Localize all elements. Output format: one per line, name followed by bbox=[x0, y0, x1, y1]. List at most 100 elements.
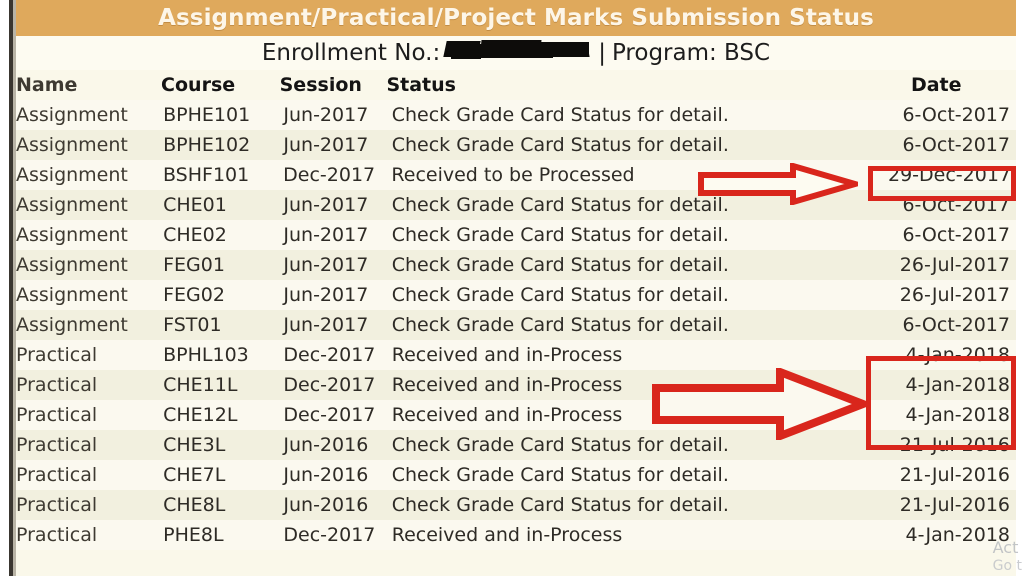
activation-watermark: Act Go t bbox=[993, 538, 1022, 576]
watermark-line-1: Act bbox=[992, 538, 1019, 557]
column-header-course: Course bbox=[161, 74, 236, 96]
table-row: Practical CHE12L Dec-2017 Received and in-P… bbox=[16, 400, 1016, 430]
column-header-name: Name bbox=[16, 74, 78, 96]
cell-course: BPHE102 bbox=[163, 134, 251, 156]
enrollment-bar: Enrollment No.: | Program: BSC bbox=[16, 36, 1016, 70]
cell-session: Jun-2017 bbox=[283, 314, 369, 336]
cell-course: CHE12L bbox=[163, 404, 238, 426]
table-row: Practical CHE11L Dec-2017 Received and in-P… bbox=[16, 370, 1016, 400]
cell-name: Assignment bbox=[16, 194, 128, 216]
table-row: Practical BPHL103 Dec-2017 Received and in-… bbox=[16, 340, 1016, 370]
cell-status: Received and in-Process bbox=[391, 374, 623, 396]
page-title: Assignment/Practical/Project Marks Submi… bbox=[158, 5, 874, 31]
table-row: Assignment FST01 Jun-2017 Check Grade Card … bbox=[16, 310, 1016, 340]
cell-session: Jun-2017 bbox=[283, 104, 369, 126]
cell-date: 6-Oct-2017 bbox=[902, 314, 1010, 336]
cell-course: BPHL103 bbox=[163, 344, 249, 366]
cell-course: CHE7L bbox=[163, 464, 226, 486]
cell-date: 6-Oct-2017 bbox=[902, 104, 1010, 126]
page-title-bar: Assignment/Practical/Project Marks Submi… bbox=[16, 0, 1016, 36]
column-header-status: Status bbox=[386, 74, 456, 96]
cell-session: Jun-2016 bbox=[283, 464, 369, 486]
cell-date: 26-Jul-2017 bbox=[899, 254, 1010, 276]
cell-status: Check Grade Card Status for detail. bbox=[391, 224, 729, 246]
enrollment-separator: | bbox=[598, 40, 606, 66]
table-row: Practical PHE8L Dec-2017 Received and in-Pr… bbox=[16, 520, 1016, 550]
cell-status: Check Grade Card Status for detail. bbox=[391, 314, 729, 336]
cell-date: 4-Jan-2018 bbox=[905, 374, 1011, 396]
cell-name: Assignment bbox=[16, 134, 128, 156]
cell-course: BPHE101 bbox=[163, 104, 251, 126]
cell-name: Practical bbox=[16, 464, 98, 486]
cell-name: Assignment bbox=[16, 284, 128, 306]
page-left-border-inner bbox=[13, 0, 16, 576]
cell-course: CHE8L bbox=[163, 494, 226, 516]
cell-date: 21-Jul-2016 bbox=[899, 494, 1010, 516]
table-row: Assignment CHE01 Jun-2017 Check Grade Card … bbox=[16, 190, 1016, 220]
cell-name: Practical bbox=[16, 434, 98, 456]
cell-name: Practical bbox=[16, 344, 98, 366]
cell-name: Assignment bbox=[16, 164, 128, 186]
table-header-row: Name Course Session Status Date bbox=[16, 70, 1016, 100]
cell-name: Practical bbox=[16, 404, 98, 426]
cell-course: CHE11L bbox=[163, 374, 238, 396]
cell-session: Jun-2017 bbox=[283, 284, 369, 306]
cell-session: Dec-2017 bbox=[283, 404, 376, 426]
cell-name: Assignment bbox=[16, 254, 128, 276]
cell-date: 26-Jul-2017 bbox=[899, 284, 1010, 306]
cell-session: Jun-2017 bbox=[283, 194, 369, 216]
cell-name: Assignment bbox=[16, 224, 128, 246]
cell-status: Received to be Processed bbox=[391, 164, 635, 186]
cell-status: Received and in-Process bbox=[391, 344, 623, 366]
cell-course: CHE3L bbox=[163, 434, 226, 456]
cell-session: Dec-2017 bbox=[283, 374, 376, 396]
table-row: Assignment BSHF101 Dec-2017 Received to be … bbox=[16, 160, 1016, 190]
screenshot-page: Assignment/Practical/Project Marks Submi… bbox=[0, 0, 1024, 576]
cell-date: 21-Jul-2016 bbox=[899, 464, 1010, 486]
cell-status: Check Grade Card Status for detail. bbox=[391, 494, 729, 516]
cell-name: Practical bbox=[16, 494, 98, 516]
cell-date: 21-Jul-2016 bbox=[899, 434, 1010, 456]
cell-date: 4-Jan-2018 bbox=[905, 404, 1011, 426]
table-row: Assignment CHE02 Jun-2017 Check Grade Card … bbox=[16, 220, 1016, 250]
cell-status: Check Grade Card Status for detail. bbox=[391, 284, 729, 306]
cell-status: Received and in-Process bbox=[391, 524, 623, 546]
program-label: Program: BSC bbox=[611, 40, 771, 66]
cell-course: BSHF101 bbox=[162, 164, 250, 186]
cell-status: Received and in-Process bbox=[391, 404, 623, 426]
watermark-line-2: Go t bbox=[992, 558, 1022, 574]
cell-session: Dec-2017 bbox=[283, 524, 376, 546]
cell-session: Jun-2016 bbox=[283, 494, 369, 516]
page-left-margin bbox=[0, 0, 9, 576]
cell-date: 6-Oct-2017 bbox=[902, 224, 1010, 246]
cell-name: Assignment bbox=[16, 104, 128, 126]
cell-date: 6-Oct-2017 bbox=[902, 134, 1010, 156]
cell-status: Check Grade Card Status for detail. bbox=[391, 434, 729, 456]
cell-status: Check Grade Card Status for detail. bbox=[391, 464, 729, 486]
cell-course: FEG02 bbox=[163, 284, 225, 306]
page-right-margin bbox=[1016, 0, 1024, 576]
column-header-date: Date bbox=[910, 74, 962, 96]
cell-status: Check Grade Card Status for detail. bbox=[391, 194, 729, 216]
cell-course: PHE8L bbox=[163, 524, 224, 546]
cell-name: Practical bbox=[16, 524, 98, 546]
table-row: Practical CHE3L Jun-2016 Check Grade Card S… bbox=[16, 430, 1016, 460]
cell-name: Practical bbox=[16, 374, 98, 396]
cell-name: Assignment bbox=[16, 314, 128, 336]
table-body: Assignment BPHE101 Jun-2017 Check Grade Car… bbox=[16, 100, 1016, 550]
cell-course: CHE02 bbox=[163, 224, 227, 246]
enrollment-label: Enrollment No.: bbox=[261, 40, 441, 66]
cell-course: CHE01 bbox=[163, 194, 227, 216]
cell-course: FEG01 bbox=[163, 254, 225, 276]
cell-session: Jun-2016 bbox=[283, 434, 369, 456]
cell-session: Jun-2017 bbox=[283, 224, 369, 246]
cell-session: Jun-2017 bbox=[283, 254, 369, 276]
marks-submission-table: Name Course Session Status Date Assignme… bbox=[16, 70, 1016, 576]
cell-course: FST01 bbox=[163, 314, 222, 336]
cell-status: Check Grade Card Status for detail. bbox=[391, 134, 729, 156]
cell-session: Dec-2017 bbox=[283, 344, 376, 366]
cell-session: Jun-2017 bbox=[283, 134, 369, 156]
cell-date: 6-Oct-2017 bbox=[902, 194, 1010, 216]
table-row: Practical CHE8L Jun-2016 Check Grade Card S… bbox=[16, 490, 1016, 520]
cell-status: Check Grade Card Status for detail. bbox=[391, 254, 729, 276]
